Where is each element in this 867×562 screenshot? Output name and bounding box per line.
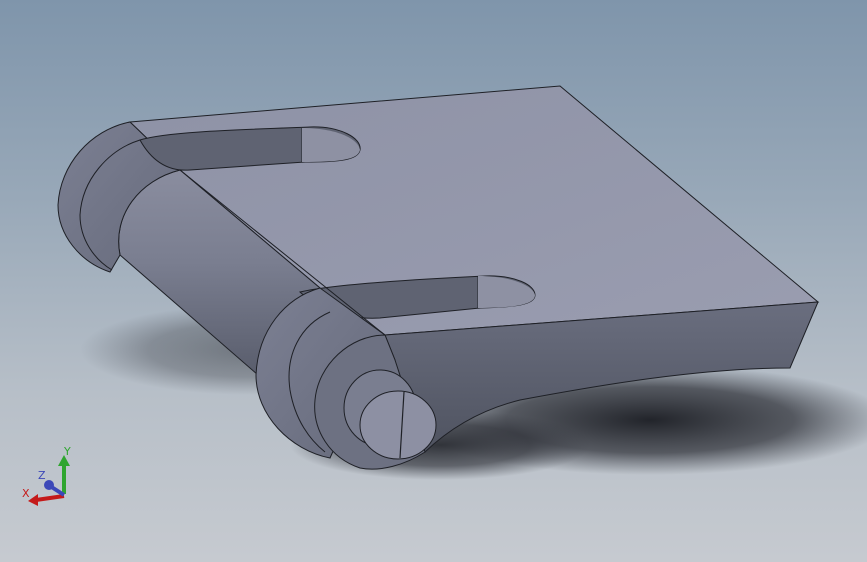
triad-z-label: Z xyxy=(38,469,46,482)
pin-head[interactable] xyxy=(359,390,437,460)
graphics-viewport[interactable]: X Y Z xyxy=(0,0,867,562)
coordinate-triad[interactable]: X Y Z xyxy=(14,440,84,510)
hinge-model[interactable] xyxy=(0,0,867,562)
triad-y-label: Y xyxy=(64,445,71,458)
x-axis-arrow xyxy=(35,494,65,502)
triad-x-label: X xyxy=(22,487,30,500)
